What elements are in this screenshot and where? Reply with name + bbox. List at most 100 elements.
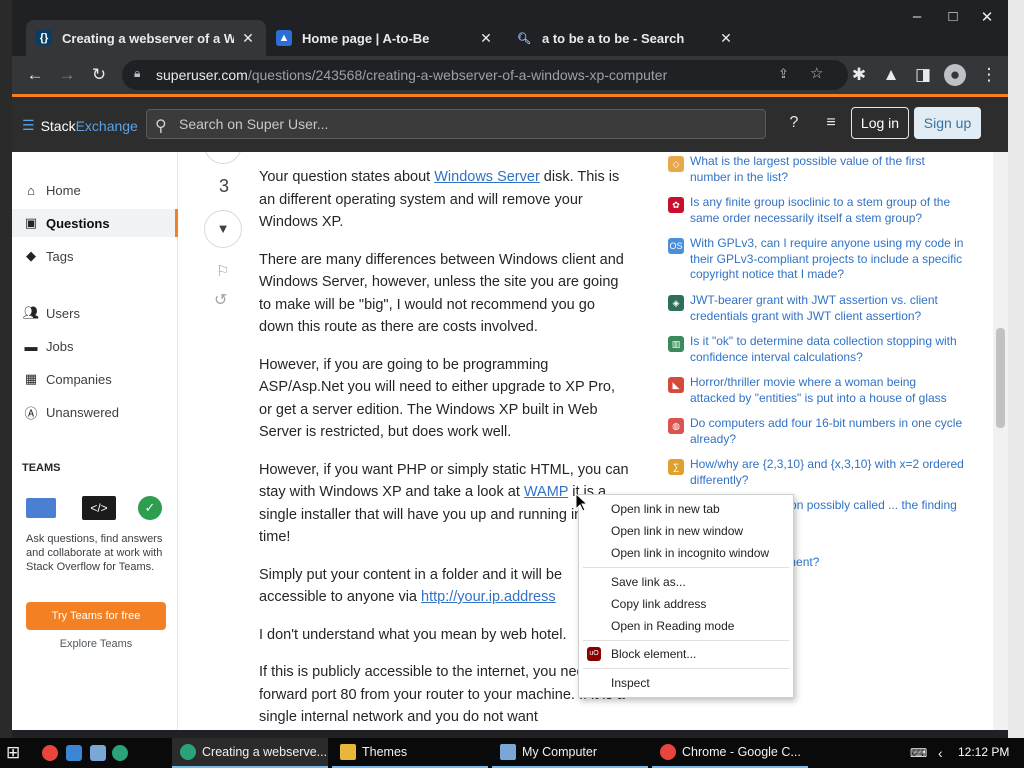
- address-bar[interactable]: 🔒︎ superuser.com/questions/243568/creati…: [122, 60, 848, 90]
- chrome-icon: [42, 745, 58, 761]
- history-icon[interactable]: ↺: [214, 290, 227, 310]
- windows-server-link[interactable]: Windows Server: [434, 169, 540, 185]
- menu-copy-link[interactable]: Copy link address: [579, 593, 793, 615]
- upvote-button[interactable]: [204, 152, 242, 164]
- close-tab-icon[interactable]: ✕: [240, 30, 256, 47]
- forward-icon[interactable]: →: [56, 64, 78, 86]
- tray-chevron-icon[interactable]: ‹: [938, 740, 943, 766]
- related-question-text[interactable]: Do computers add four 16-bit numbers in …: [690, 416, 964, 447]
- minimize-icon[interactable]: –: [902, 8, 932, 25]
- nav-home[interactable]: ⌂ Home: [12, 176, 178, 204]
- site-icon: ∑: [668, 459, 684, 475]
- taskbar-app-chrome[interactable]: Chrome - Google C...: [652, 738, 808, 768]
- profile-avatar-icon[interactable]: ●: [944, 64, 966, 86]
- bookmark-star-icon[interactable]: ☆: [810, 64, 823, 82]
- nav-companies[interactable]: ▦ Companies: [12, 365, 178, 393]
- questions-icon: ▣: [24, 215, 38, 230]
- menu-reading-mode[interactable]: Open in Reading mode: [579, 615, 793, 637]
- tab-search[interactable]: 🔍︎ a to be a to be - Search ✕: [506, 20, 744, 56]
- teams-header: TEAMS: [22, 462, 61, 474]
- related-question[interactable]: ◈ JWT-bearer grant with JWT assertion vs.…: [668, 293, 964, 324]
- sign-up-button[interactable]: Sign up: [914, 107, 981, 139]
- menu-open-new-tab[interactable]: Open link in new tab: [579, 498, 793, 520]
- keyboard-icon[interactable]: ⌨: [910, 740, 927, 766]
- downvote-button[interactable]: ▼: [204, 210, 242, 248]
- ip-address-link[interactable]: http://your.ip.address: [421, 589, 556, 605]
- site-switcher-icon[interactable]: ≡: [820, 114, 842, 136]
- computer-pinned-icon[interactable]: [90, 740, 114, 766]
- tag-icon: ◆: [26, 248, 36, 263]
- related-question[interactable]: ✿ Is any finite group isoclinic to a stem…: [668, 195, 964, 226]
- menu-save-link[interactable]: Save link as...: [579, 571, 793, 593]
- wamp-link[interactable]: WAMP: [524, 484, 568, 500]
- related-question-text[interactable]: Horror/thriller movie where a woman bein…: [690, 375, 964, 406]
- stackexchange-logo[interactable]: ☰ Stack Exchange: [22, 117, 138, 134]
- related-question-text[interactable]: With GPLv3, can I require anyone using m…: [690, 236, 964, 283]
- reload-icon[interactable]: ↻: [88, 64, 110, 86]
- help-icon[interactable]: ?: [783, 114, 805, 136]
- taskbar-app-themes[interactable]: Themes: [332, 738, 488, 768]
- log-in-button[interactable]: Log in: [851, 107, 909, 139]
- menu-dots-icon[interactable]: ⋮: [978, 64, 1000, 86]
- page-content: ⌂ Home ▣ Questions ◆ Tags 👥︎ Users ▬ Jobs ▦ Co…: [12, 152, 1008, 730]
- related-question-text[interactable]: What is the largest possible value of th…: [690, 154, 964, 185]
- edge-icon: [112, 745, 128, 761]
- nav-jobs[interactable]: ▬ Jobs: [12, 332, 178, 360]
- nav-questions[interactable]: ▣ Questions: [12, 209, 178, 237]
- related-question[interactable]: ◍ Do computers add four 16-bit numbers in…: [668, 416, 964, 447]
- related-question-text[interactable]: Is any finite group isoclinic to a stem …: [690, 195, 964, 226]
- tab-superuser[interactable]: {} Creating a webserver of a Windo ✕: [26, 20, 266, 56]
- browser-window: {} Creating a webserver of a Windo ✕ ▲ H…: [12, 0, 1008, 738]
- related-question[interactable]: ◣ Horror/thriller movie where a woman bei…: [668, 375, 964, 406]
- briefcase-icon: ▬: [24, 338, 38, 354]
- taskbar-clock[interactable]: 12:12 PM: [958, 745, 1009, 759]
- menu-open-new-window[interactable]: Open link in new window: [579, 520, 793, 542]
- start-icon[interactable]: ⊞: [6, 740, 20, 766]
- chat-icon: [26, 498, 56, 518]
- side-panel-icon[interactable]: ◨: [912, 64, 934, 86]
- scrollbar-thumb[interactable]: [996, 328, 1005, 428]
- chrome-pinned-icon[interactable]: [42, 740, 66, 766]
- labs-icon[interactable]: ▲: [880, 64, 902, 86]
- computer-icon: [90, 745, 106, 761]
- bookmark-icon[interactable]: ⚐: [216, 262, 229, 280]
- menu-inspect[interactable]: Inspect: [579, 672, 793, 694]
- answer-paragraph: There are many differences between Windo…: [259, 251, 624, 336]
- page-scrollbar[interactable]: [993, 152, 1008, 730]
- nav-unanswered[interactable]: Ⓐ Unanswered: [12, 398, 178, 426]
- share-icon[interactable]: ⇪: [778, 66, 789, 82]
- menu-open-incognito[interactable]: Open link in incognito window: [579, 542, 793, 564]
- nav-users[interactable]: 👥︎ Users: [12, 299, 178, 327]
- related-question-text[interactable]: JWT-bearer grant with JWT assertion vs. …: [690, 293, 964, 324]
- related-question[interactable]: OS With GPLv3, can I require anyone using…: [668, 236, 964, 283]
- site-search-input[interactable]: ⚲ Search on Super User...: [146, 109, 766, 139]
- close-tab-icon[interactable]: ✕: [718, 30, 734, 47]
- close-window-icon[interactable]: ✕: [972, 8, 1002, 26]
- back-icon[interactable]: ←: [24, 64, 46, 86]
- folder-icon: [340, 744, 356, 760]
- checkmark-icon: ✓: [138, 496, 162, 520]
- tab-a-to-be[interactable]: ▲ Home page | A-to-Be ✕: [266, 20, 504, 56]
- related-question[interactable]: ◇ What is the largest possible value of t…: [668, 154, 964, 185]
- answer-paragraph: If this is publicly accessible to the in…: [259, 664, 625, 725]
- related-question-text[interactable]: Is it "ok" to determine data collection …: [690, 334, 964, 365]
- explorer-pinned-icon[interactable]: [66, 740, 90, 766]
- related-question[interactable]: ▥ Is it "ok" to determine data collection…: [668, 334, 964, 365]
- superuser-favicon-icon: {}: [36, 30, 52, 46]
- extensions-icon[interactable]: ✱: [848, 64, 870, 86]
- try-teams-button[interactable]: Try Teams for free: [26, 602, 166, 630]
- nav-tags[interactable]: ◆ Tags: [12, 242, 178, 270]
- explore-teams-link[interactable]: Explore Teams: [26, 638, 166, 650]
- folder-icon: [66, 745, 82, 761]
- related-question[interactable]: ∑ How/why are {2,3,10} and {x,3,10} with …: [668, 457, 964, 488]
- edge-pinned-icon[interactable]: [112, 740, 136, 766]
- taskbar-app-label: Chrome - Google C...: [682, 745, 801, 759]
- taskbar-app-chrome-superuser[interactable]: Creating a webserve...: [172, 738, 328, 768]
- maximize-icon[interactable]: □: [938, 8, 968, 25]
- tab-strip: {} Creating a webserver of a Windo ✕ ▲ H…: [12, 0, 1008, 56]
- close-tab-icon[interactable]: ✕: [478, 30, 494, 47]
- tab-title: a to be a to be - Search: [542, 30, 685, 46]
- menu-block-element[interactable]: Block element...: [579, 643, 793, 665]
- related-question-text[interactable]: How/why are {2,3,10} and {x,3,10} with x…: [690, 457, 964, 488]
- taskbar-app-my-computer[interactable]: My Computer: [492, 738, 648, 768]
